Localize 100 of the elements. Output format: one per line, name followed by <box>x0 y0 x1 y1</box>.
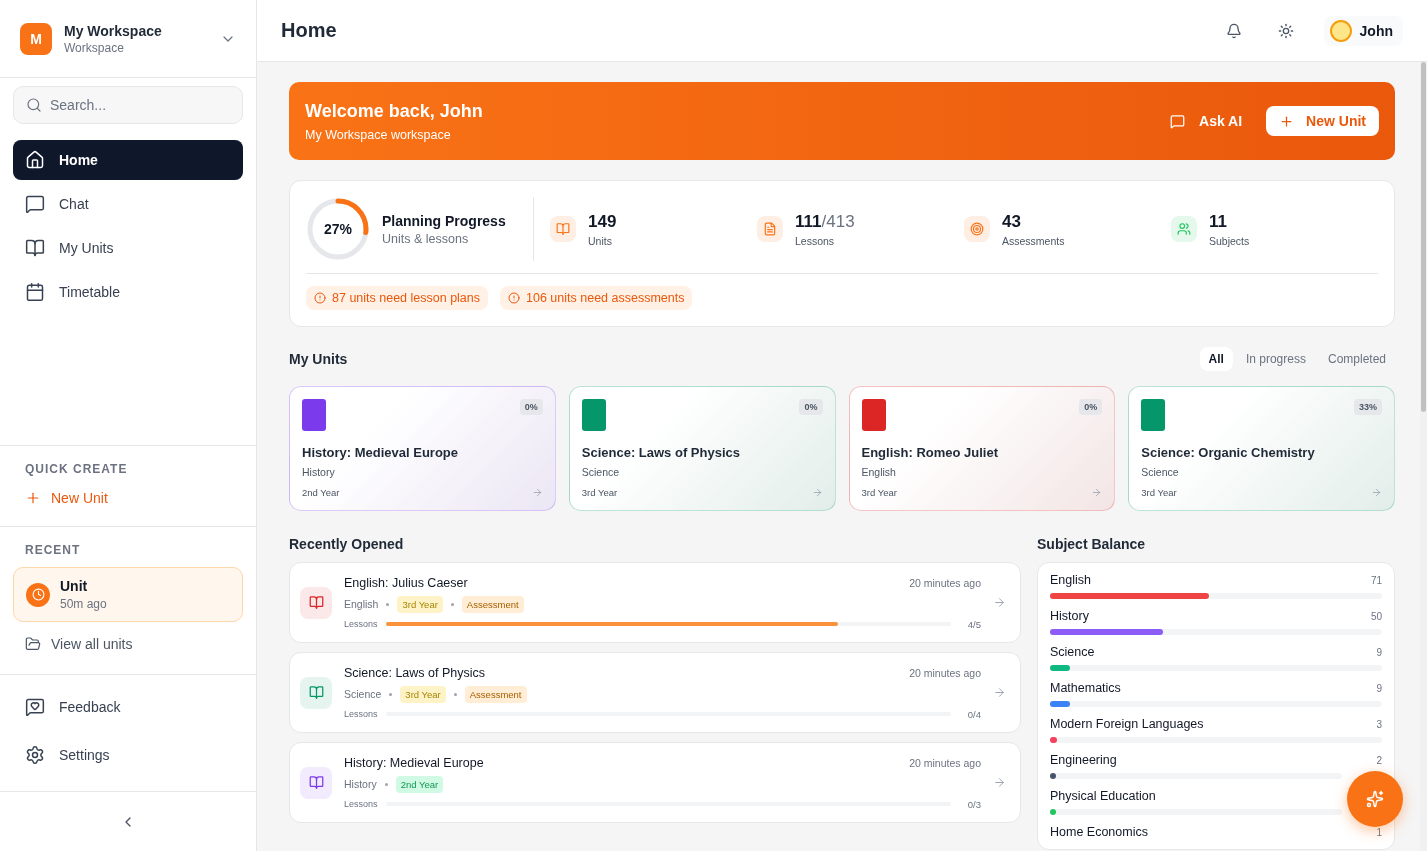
new-unit-button[interactable]: New Unit <box>1266 106 1379 136</box>
stat-value: 11 <box>1209 211 1228 232</box>
recent-time: 20 minutes ago <box>909 756 981 769</box>
lessons-label: Lessons <box>344 709 378 719</box>
nav-item[interactable]: Feedback <box>13 687 243 727</box>
stat-value: 43 <box>1002 211 1022 232</box>
arrow-right-icon <box>811 487 823 498</box>
plus-icon <box>25 490 41 506</box>
unit-card[interactable]: 0% History: Medieval Europe History 2nd Year <box>289 386 556 511</box>
recent-title: Science: Laws of Physics <box>344 665 486 680</box>
new-unit-link[interactable]: New Unit <box>13 486 243 510</box>
page-title: Home <box>281 19 338 42</box>
progress-subtitle: Units & lessons <box>382 231 470 246</box>
progress-title: Planning Progress <box>382 212 506 229</box>
unit-year: 2nd Year <box>302 487 340 498</box>
subject-count: 3 <box>1376 718 1382 730</box>
lessons-count: 0/3 <box>966 798 981 810</box>
subject-name: History <box>1050 609 1089 623</box>
recent-unit[interactable]: Unit 50m ago <box>13 567 243 622</box>
recent-item[interactable]: English: Julius Caeser 20 minutes ago English 3rd Year Assessment Lessons 4/5 <box>289 562 1021 643</box>
lessons-label: Lessons <box>344 799 378 809</box>
percent-badge: 0% <box>519 399 543 415</box>
home-icon <box>25 150 45 170</box>
folder-icon <box>25 636 41 652</box>
arrow-right-icon <box>993 776 1006 789</box>
unit-subject: History <box>302 466 336 478</box>
percent-badge: 0% <box>1079 399 1103 415</box>
chat-icon <box>1170 113 1186 129</box>
stat-label: Subjects <box>1209 234 1250 247</box>
subject-count: 71 <box>1370 574 1382 586</box>
unit-card[interactable]: 33% Science: Organic Chemistry Science 3rd Year <box>1128 386 1395 511</box>
arrow-right-icon <box>993 596 1006 609</box>
filter-tab[interactable]: In progress <box>1236 347 1315 371</box>
unit-year: 3rd Year <box>581 487 618 498</box>
arrow-right-icon <box>531 487 543 498</box>
unit-subject: English <box>861 466 897 478</box>
lessons-count: 4/5 <box>966 618 981 630</box>
welcome-title: Welcome back, John <box>305 100 484 122</box>
stat-value: 111/413 <box>795 211 855 232</box>
nav-item[interactable]: Chat <box>13 184 243 224</box>
calendar-icon <box>25 282 45 302</box>
filter-tab[interactable]: Completed <box>1318 347 1395 371</box>
unit-title: English: Romeo Juliet <box>861 445 999 460</box>
tag: 3rd Year <box>400 685 446 703</box>
recent-time: 20 minutes ago <box>909 576 981 589</box>
subject-name: Modern Foreign Languages <box>1050 717 1204 731</box>
section-title: Subject Balance <box>1037 536 1147 552</box>
tag: 2nd Year <box>395 775 444 793</box>
nav-item[interactable]: Timetable <box>13 272 243 312</box>
recent-title: English: Julius Caeser <box>344 575 468 590</box>
sparkle-icon <box>1366 790 1384 808</box>
clock-icon <box>26 582 50 607</box>
subject-name: Physical Education <box>1050 789 1156 803</box>
nav-item[interactable]: Settings <box>13 735 243 775</box>
nav-item[interactable]: My Units <box>13 228 243 268</box>
stat-label: Lessons <box>795 234 836 247</box>
stat-value: 149 <box>588 211 617 232</box>
recent-subject: Science <box>344 688 382 700</box>
recent-item[interactable]: History: Medieval Europe 20 minutes ago History 2nd Year Lessons 0/3 <box>289 742 1021 823</box>
avatar <box>1329 19 1352 42</box>
feedback-icon <box>25 697 45 717</box>
section-title: My Units <box>289 351 348 367</box>
tag: 3rd Year <box>397 595 443 613</box>
tag: Assessment <box>464 685 527 703</box>
stat-label: Assessments <box>1002 234 1065 247</box>
scrollbar[interactable] <box>1420 62 1427 851</box>
plus-icon <box>1279 113 1295 129</box>
unit-year: 3rd Year <box>1141 487 1177 498</box>
unit-title: History: Medieval Europe <box>302 445 460 460</box>
workspace-name: My Workspace <box>64 22 163 39</box>
warning-badge: 87 units need lesson plans <box>306 286 489 310</box>
warning-badge: 106 units need assessments <box>500 286 693 310</box>
unit-card[interactable]: 0% English: Romeo Juliet English 3rd Year <box>848 386 1116 511</box>
settings-icon <box>25 745 45 765</box>
percent-badge: 33% <box>1354 399 1382 415</box>
subject-count: 9 <box>1376 682 1382 694</box>
filter-tab[interactable]: All <box>1199 347 1233 371</box>
subject-name: Home Economics <box>1050 825 1148 839</box>
subject-name: Engineering <box>1050 753 1117 767</box>
unit-subject: Science <box>581 466 621 478</box>
view-all-link[interactable]: View all units <box>13 632 243 656</box>
subject-count: 9 <box>1376 646 1382 658</box>
nav-item[interactable]: Home <box>13 140 243 180</box>
unit-card[interactable]: 0% Science: Laws of Physics Science 3rd Year <box>568 386 836 511</box>
arrow-right-icon <box>993 686 1006 699</box>
search-field[interactable]: Search... <box>13 86 243 124</box>
recent-time: 50m ago <box>60 597 107 611</box>
recent-subject: English <box>344 598 379 610</box>
stat-label: Units <box>588 234 613 247</box>
user-menu[interactable]: John <box>1323 15 1403 46</box>
subject-name: English <box>1050 573 1091 587</box>
workspace-subtitle: Workspace <box>64 40 125 55</box>
search-icon <box>26 97 42 113</box>
recent-title: History: Medieval Europe <box>344 755 484 770</box>
recent-time: 20 minutes ago <box>909 666 981 679</box>
section-heading: QUICK CREATE <box>24 462 129 476</box>
lessons-count: 0/4 <box>966 708 981 720</box>
recent-subject: History <box>344 778 377 790</box>
workspace-switcher[interactable]: M My Workspace Workspace <box>0 0 256 78</box>
recent-item[interactable]: Science: Laws of Physics 20 minutes ago Science 3rd Year Assessment Lessons 0/4 <box>289 652 1021 733</box>
